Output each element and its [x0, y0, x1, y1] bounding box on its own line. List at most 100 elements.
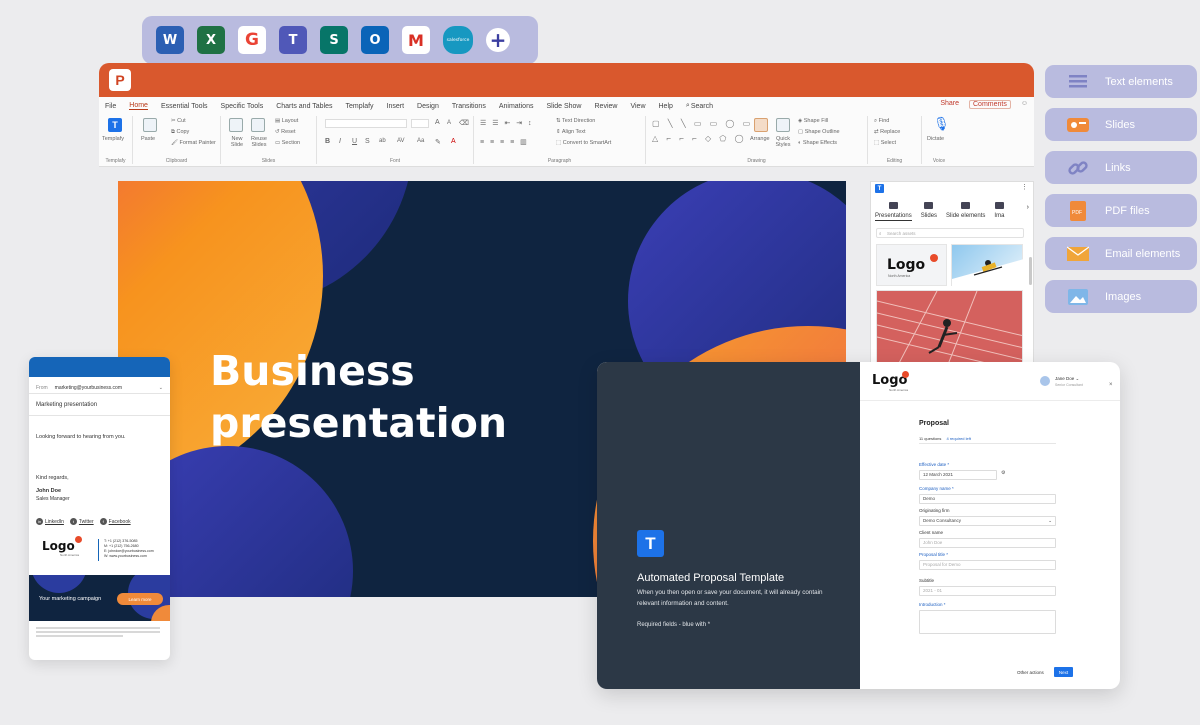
pill-text-elements[interactable]: Text elements	[1045, 65, 1197, 98]
tab-help[interactable]: Help	[659, 103, 673, 110]
shapes-gallery[interactable]: ▢ ╲ ╲ ▭ ▭ ◯ ▭	[652, 119, 753, 128]
pill-images[interactable]: Images	[1045, 280, 1197, 313]
cut-button[interactable]: ✂ Cut	[171, 118, 186, 124]
field-input-effective-date[interactable]: 12 March 2021	[919, 470, 997, 480]
change-case-button[interactable]: Aa	[417, 138, 424, 144]
clear-format-icon[interactable]: ⌫	[459, 119, 469, 127]
italic-button[interactable]: I	[339, 138, 341, 145]
email-from-row[interactable]: From marketing@yourbusiness.com ⌄	[29, 382, 170, 394]
bold-button[interactable]: B	[325, 138, 330, 145]
panel-tab-slide-elements[interactable]: Slide elements	[946, 202, 985, 221]
calendar-icon[interactable]: ⚙	[1001, 470, 1005, 476]
email-campaign-banner[interactable]: Your marketing campaign Learn more	[29, 575, 170, 621]
panel-next-chevron-icon[interactable]: ›	[1027, 204, 1029, 211]
format-painter-button[interactable]: 🖌 Format Painter	[171, 140, 216, 146]
underline-button[interactable]: U	[352, 138, 357, 145]
tab-specific-tools[interactable]: Specific Tools	[221, 103, 264, 110]
pill-slides[interactable]: Slides	[1045, 108, 1197, 141]
avatar[interactable]	[1040, 376, 1050, 386]
increase-font-button[interactable]: A	[435, 119, 440, 126]
gmail-app-icon[interactable]: M	[402, 26, 430, 54]
excel-app-icon[interactable]: X	[197, 26, 225, 54]
word-app-icon[interactable]: W	[156, 26, 184, 54]
tab-file[interactable]: File	[105, 103, 116, 110]
tab-charts-and-tables[interactable]: Charts and Tables	[276, 103, 332, 110]
google-app-icon[interactable]: G	[238, 26, 266, 54]
dictate-button[interactable]: Dictate	[927, 136, 944, 142]
chevron-down-icon[interactable]: ⌄	[159, 385, 163, 391]
panel-menu-icon[interactable]: ⋮	[1021, 183, 1028, 191]
microphone-icon[interactable]: 🎙	[933, 116, 950, 132]
pill-email-elements[interactable]: Email elements	[1045, 237, 1197, 270]
shape-outline-button[interactable]: ▢ Shape Outline	[798, 129, 840, 135]
field-input-proposal-title[interactable]: Proposal for Demo	[919, 560, 1056, 570]
pill-pdf-files[interactable]: PDF PDF files	[1045, 194, 1197, 227]
pill-links[interactable]: Links	[1045, 151, 1197, 184]
arrange-button[interactable]: Arrange	[750, 136, 770, 142]
tab-animations[interactable]: Animations	[499, 103, 534, 110]
panel-tab-ima[interactable]: Ima	[994, 202, 1004, 221]
thumbnail-runner-image[interactable]	[876, 290, 1023, 365]
add-app-button[interactable]: +	[486, 28, 510, 52]
user-name[interactable]: Jane Doe ⌄	[1055, 376, 1079, 382]
decrease-font-button[interactable]: A	[447, 120, 451, 126]
email-subject[interactable]: Marketing presentation	[29, 402, 170, 416]
list-buttons[interactable]: ☰ ☰ ⇤ ⇥ ↕	[480, 119, 534, 127]
char-spacing-button[interactable]: AV	[397, 138, 405, 144]
field-input-subtitle[interactable]: 2021 - 01	[919, 586, 1056, 596]
copy-button[interactable]: ⧉ Copy	[171, 129, 189, 136]
tab-view[interactable]: View	[630, 103, 645, 110]
smartart-button[interactable]: ⬚ Convert to SmartArt	[556, 140, 611, 146]
shapes-gallery-row2[interactable]: △ ⌐ ⌐ ⌐ ◇ ⬠ ◯	[652, 134, 747, 143]
new-slide-button[interactable]: New Slide	[228, 136, 246, 148]
comments-button[interactable]: Comments	[969, 100, 1011, 109]
teams-app-icon[interactable]: T	[279, 26, 307, 54]
highlight-icon[interactable]: ✎	[435, 138, 441, 146]
new-slide-icon[interactable]	[229, 118, 243, 132]
arrange-icon[interactable]	[754, 118, 768, 132]
close-icon[interactable]: ×	[1109, 382, 1113, 388]
share-button[interactable]: Share	[940, 100, 959, 109]
font-color-icon[interactable]: A	[451, 138, 456, 145]
templafy-icon[interactable]: T	[108, 118, 122, 132]
tab-essential-tools[interactable]: Essential Tools	[161, 103, 208, 110]
panel-tab-presentations[interactable]: Presentations	[875, 202, 912, 221]
tab-templafy[interactable]: Templafy	[346, 103, 374, 110]
smiley-icon[interactable]: ☺	[1021, 100, 1028, 109]
font-size-select[interactable]	[411, 119, 429, 128]
field-input-company-name[interactable]: Demo	[919, 494, 1056, 504]
shape-effects-button[interactable]: ◐ Shape Effects	[798, 140, 837, 146]
field-input-originating-firm[interactable]: Demo Consultancy ⌄	[919, 516, 1056, 526]
outlook-app-icon[interactable]: O	[361, 26, 389, 54]
templafy-button-label[interactable]: Templafy	[102, 136, 124, 142]
tab-search[interactable]: Search	[691, 103, 713, 110]
panel-tab-slides[interactable]: Slides	[921, 202, 937, 221]
align-text-button[interactable]: ⇕ Align Text	[556, 129, 586, 135]
reuse-slides-button[interactable]: Reuse Slides	[250, 136, 268, 148]
quick-styles-icon[interactable]	[776, 118, 790, 132]
asset-search-input[interactable]: ⌕ Search assets	[876, 228, 1024, 238]
field-input-introduction[interactable]	[919, 610, 1056, 634]
other-actions-button[interactable]: Other actions	[1017, 670, 1044, 675]
next-button[interactable]: Next	[1054, 667, 1073, 677]
social-link-facebook[interactable]: f Facebook	[99, 518, 131, 525]
social-link-linkedin[interactable]: in LinkedIn	[36, 518, 64, 525]
select-button[interactable]: ⬚ Select	[874, 140, 896, 146]
thumbnail-logo[interactable]: Logo North America	[876, 244, 947, 286]
sharepoint-app-icon[interactable]: S	[320, 26, 348, 54]
replace-button[interactable]: ⇄ Replace	[874, 129, 900, 135]
salesforce-app-icon[interactable]: salesforce	[443, 26, 473, 54]
tab-home[interactable]: Home	[129, 102, 148, 110]
font-family-select[interactable]	[325, 119, 407, 128]
find-button[interactable]: ⌕ Find	[874, 118, 889, 125]
tab-insert[interactable]: Insert	[387, 103, 405, 110]
layout-button[interactable]: ▤ Layout	[275, 118, 298, 124]
thumbnail-skier-image[interactable]	[951, 244, 1024, 287]
shape-fill-button[interactable]: ◈ Shape Fill	[798, 118, 828, 124]
reuse-slides-icon[interactable]	[251, 118, 265, 132]
strikethrough-ab-button[interactable]: ab	[379, 138, 386, 144]
paste-icon[interactable]	[143, 118, 157, 132]
quick-styles-button[interactable]: Quick Styles	[773, 136, 793, 148]
slide-title[interactable]: Business presentation	[210, 345, 507, 449]
powerpoint-icon[interactable]: P	[109, 69, 131, 91]
